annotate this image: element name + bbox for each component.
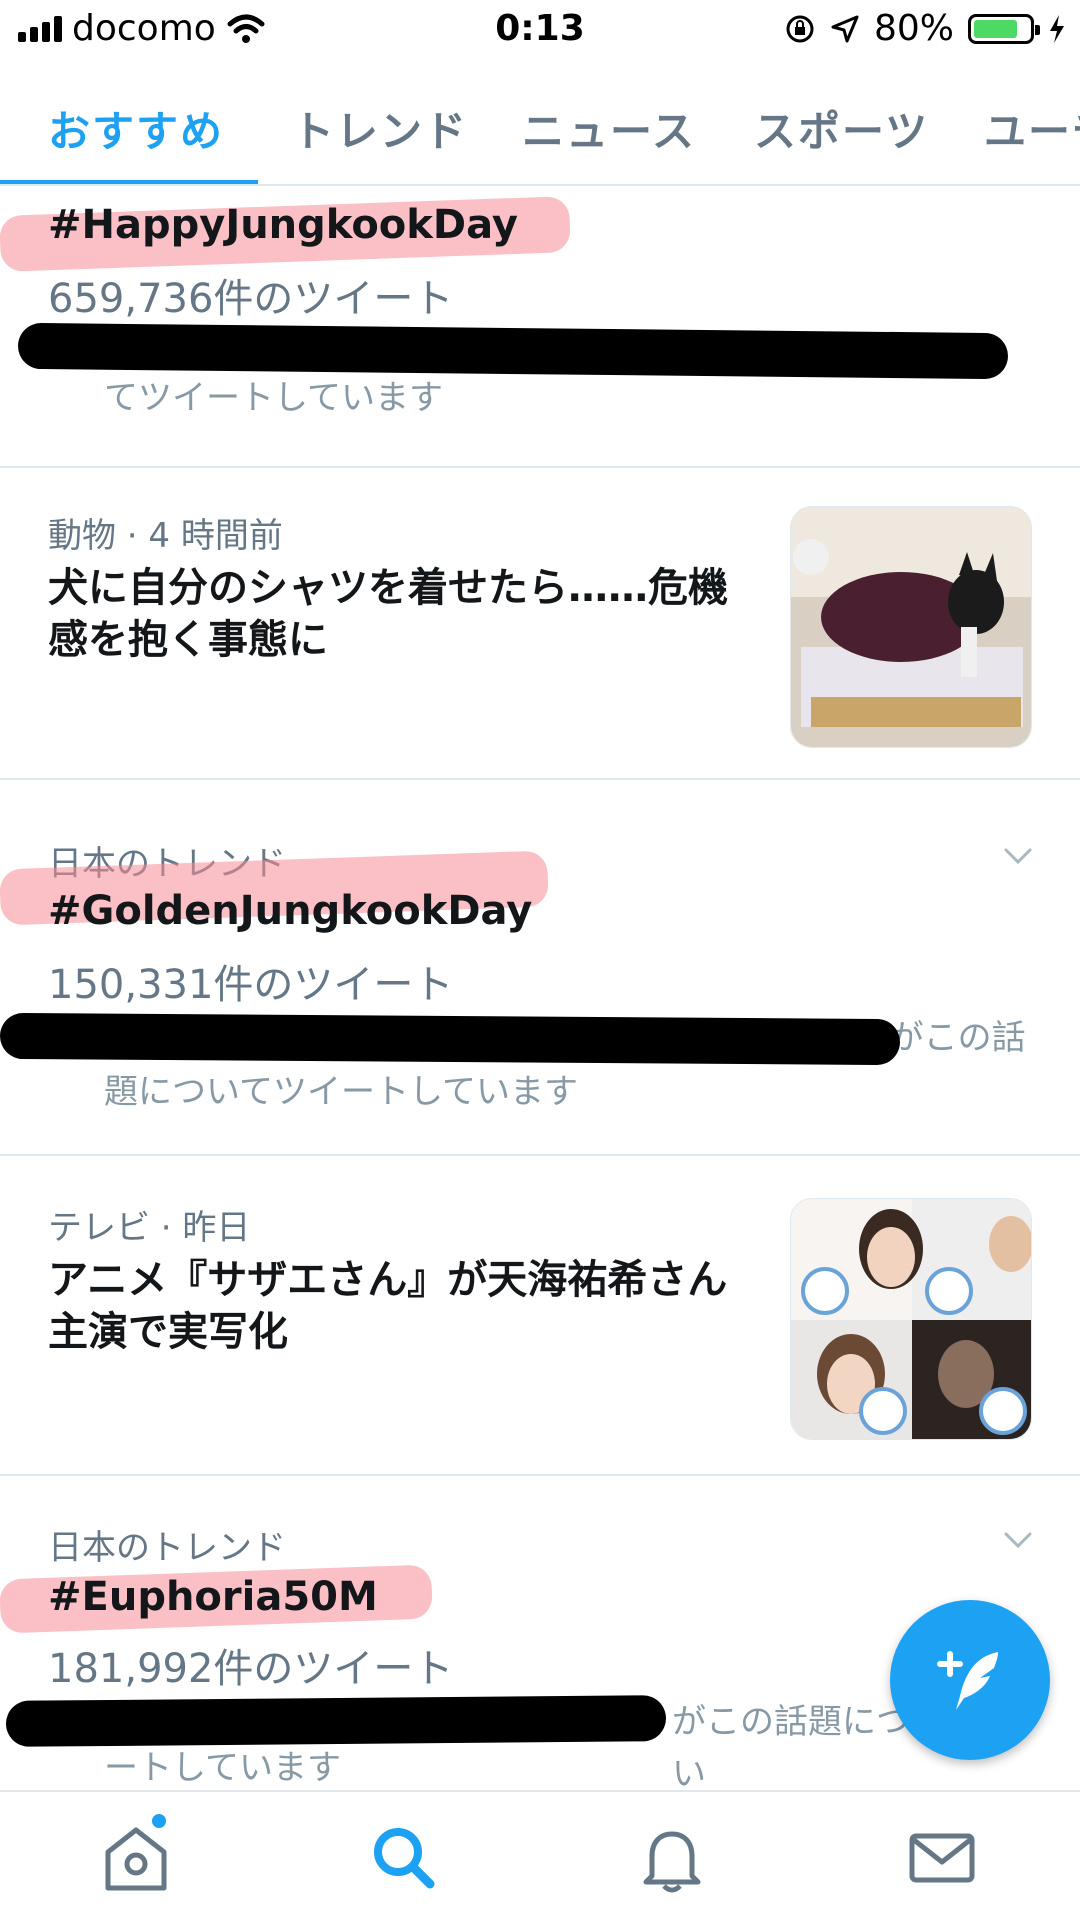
active-tab-indicator bbox=[0, 180, 258, 184]
battery-icon bbox=[968, 13, 1040, 44]
news-category: テレビ · 昨日 bbox=[48, 1208, 251, 1248]
redaction-scribble bbox=[17, 322, 1009, 380]
tweet-count: 659,736件のツイート bbox=[48, 276, 454, 322]
compose-quill-icon bbox=[937, 1651, 998, 1710]
explore-tabs: おすすめ トレンド ニュース スポーツ ユーチ bbox=[0, 70, 1080, 186]
notification-dot bbox=[150, 1812, 168, 1830]
chevron-down-icon[interactable] bbox=[1000, 1522, 1036, 1558]
tweet-count: 181,992件のツイート bbox=[48, 1646, 454, 1692]
battery-percent: 80% bbox=[873, 8, 954, 49]
trend-hashtag: #HappyJungkookDay bbox=[48, 202, 518, 248]
chevron-down-icon[interactable] bbox=[1000, 838, 1036, 874]
trend-hashtag: #Euphoria50M bbox=[48, 1574, 378, 1620]
dog-photo-thumbnail[interactable] bbox=[790, 506, 1032, 748]
news-category: 動物 · 4 時間前 bbox=[48, 516, 283, 556]
tab-news[interactable]: ニュース bbox=[522, 98, 696, 159]
status-right: 80% bbox=[784, 8, 1066, 49]
news-headline: アニメ『サザエさん』が天海祐希さん主演で実写化 bbox=[48, 1257, 728, 1355]
tweet-count: 150,331件のツイート bbox=[48, 962, 454, 1008]
bottom-navigation bbox=[0, 1790, 1080, 1920]
mail-icon[interactable] bbox=[902, 1818, 982, 1898]
tab-sports[interactable]: スポーツ bbox=[754, 98, 929, 159]
home-icon[interactable] bbox=[96, 1818, 176, 1898]
tab-youtuber[interactable]: ユーチ bbox=[984, 98, 1080, 159]
search-icon[interactable] bbox=[364, 1818, 444, 1898]
trend-hashtag: #GoldenJungkookDay bbox=[48, 888, 533, 934]
trend-item-goldenjungkookday[interactable]: 日本のトレンド #GoldenJungkookDay 150,331件のツイート… bbox=[0, 780, 1080, 1156]
charging-bolt-icon bbox=[1050, 14, 1064, 43]
location-arrow-icon bbox=[831, 15, 859, 42]
dog-photo-icon bbox=[791, 507, 1031, 747]
news-item-sazaesan[interactable]: テレビ · 昨日 アニメ『サザエさん』が天海祐希さん主演で実写化 bbox=[0, 1156, 1080, 1476]
compose-tweet-button[interactable] bbox=[890, 1600, 1050, 1760]
trend-description: てツイートしています bbox=[104, 378, 443, 418]
trend-description: 題についてツイートしています bbox=[104, 1072, 578, 1112]
cast-collage-photo-icon bbox=[791, 1199, 1031, 1439]
trend-description: ートしています bbox=[104, 1748, 341, 1788]
bell-icon[interactable] bbox=[632, 1818, 712, 1898]
cast-collage-thumbnail[interactable] bbox=[790, 1198, 1032, 1440]
orientation-lock-icon bbox=[786, 15, 814, 42]
news-headline: 犬に自分のシャツを着せたら……危機感を抱く事態に bbox=[48, 565, 728, 663]
news-item-dog[interactable]: 動物 · 4 時間前 犬に自分のシャツを着せたら……危機感を抱く事態に bbox=[0, 468, 1080, 780]
redaction-scribble bbox=[5, 1695, 667, 1747]
status-bar: docomo 0:13 80% bbox=[0, 0, 1080, 58]
redaction-scribble bbox=[0, 1012, 901, 1066]
trend-location: 日本のトレンド bbox=[48, 1528, 286, 1568]
trend-item-happyjungkookday[interactable]: #HappyJungkookDay 659,736件のツイート てツイートしてい… bbox=[0, 188, 1080, 468]
tab-trends[interactable]: トレンド bbox=[292, 98, 468, 159]
tab-recommended[interactable]: おすすめ bbox=[48, 98, 224, 159]
